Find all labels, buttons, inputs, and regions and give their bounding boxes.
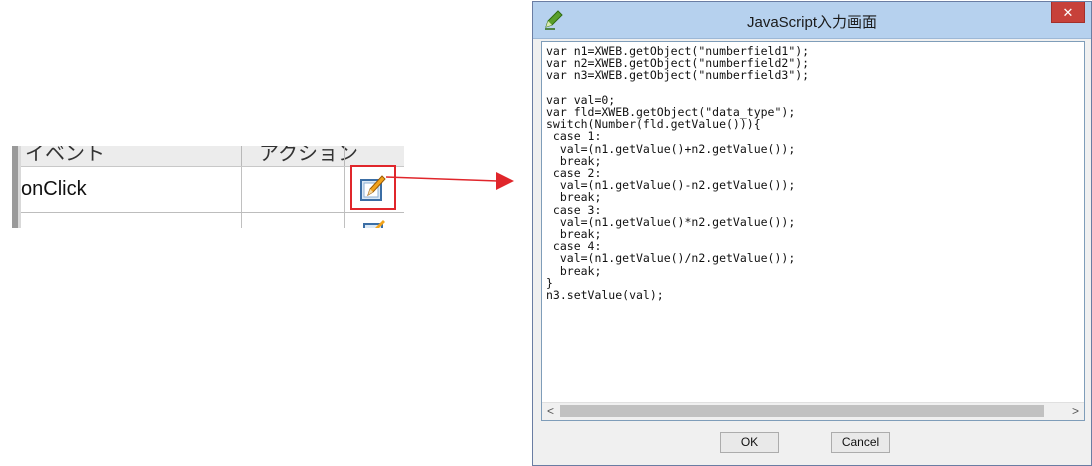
dialog-titlebar[interactable]: JavaScript入力画面 ✕ (533, 2, 1091, 39)
scroll-thumb[interactable] (560, 405, 1044, 417)
edit-icon[interactable] (360, 174, 386, 202)
event-name-cell: onClick (21, 178, 87, 200)
edit-icon[interactable] (363, 220, 385, 228)
code-editor[interactable]: var n1=XWEB.getObject("numberfield1"); v… (541, 41, 1085, 421)
grid-header: イベント アクション (21, 146, 404, 167)
horizontal-scrollbar[interactable]: < > (542, 402, 1084, 420)
scroll-right-icon[interactable]: > (1067, 403, 1084, 420)
table-row[interactable]: onClick (21, 167, 404, 213)
ok-button[interactable]: OK (720, 432, 779, 453)
header-event: イベント (25, 146, 105, 165)
code-text[interactable]: var n1=XWEB.getObject("numberfield1"); v… (546, 45, 809, 301)
arrow-right-icon (386, 172, 514, 190)
javascript-dialog: JavaScript入力画面 ✕ var n1=XWEB.getObject("… (532, 1, 1092, 466)
scroll-left-icon[interactable]: < (542, 403, 559, 420)
close-icon[interactable]: ✕ (1051, 2, 1085, 23)
grid-left-border (12, 146, 21, 228)
header-separator (344, 146, 345, 166)
header-separator (241, 146, 242, 166)
dialog-title: JavaScript入力画面 (746, 14, 878, 31)
cancel-button[interactable]: Cancel (831, 432, 890, 453)
event-grid: イベント アクション onClick (12, 146, 404, 228)
